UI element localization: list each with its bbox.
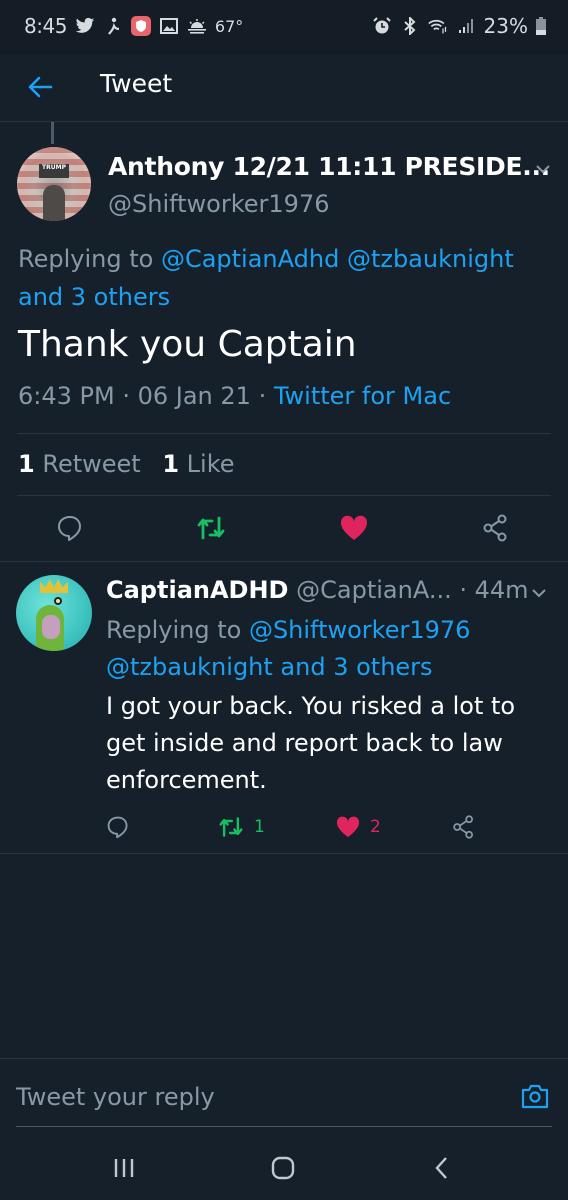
tweet-stats: 1 Retweet 1 Like [18,450,249,478]
reply-like-count: 2 [370,817,381,837]
reply-icon [107,816,128,839]
reply-retweet-count: 1 [254,817,265,837]
replying-mention-link[interactable]: @Shiftworker1976 [249,616,470,644]
reply-like-button[interactable]: 2 [336,810,381,844]
replying-others-link[interactable]: and 3 others [18,283,170,311]
divider [17,433,551,434]
runner-app-icon [103,16,123,36]
page-title: Tweet [100,69,173,98]
section-separator [0,853,568,854]
meta-separator: · [250,382,274,410]
thread-connector-line [51,122,54,144]
retweet-count: 1 [18,450,35,478]
author-handle[interactable]: @Shiftworker1976 [108,190,329,218]
recent-apps-button[interactable] [104,1150,144,1186]
status-temperature: 67° [214,16,244,36]
tweet-meta: 6:43 PM · 06 Jan 21 · Twitter for Mac [18,382,451,410]
back-nav-button[interactable] [422,1150,462,1186]
replying-prefix: Replying to [106,616,249,644]
bluetooth-icon [400,16,420,36]
retweet-button[interactable] [186,503,236,553]
tweet-date: 06 Jan 21 [137,382,251,410]
reply-author-name[interactable]: CaptianADHD [106,576,288,604]
heart-icon [336,816,360,838]
reply-icon [58,516,81,541]
reply-action-bar: 1 2 [0,810,568,846]
like-label: Like [186,450,235,478]
share-button[interactable] [471,503,521,553]
app-header: Tweet [0,55,568,122]
wifi-icon [427,16,448,36]
divider [17,495,551,496]
section-separator [0,561,568,562]
replying-to: Replying to @CaptianAdhd @tzbauknight an… [18,240,558,316]
like-count: 1 [162,450,180,478]
status-right: 23% [372,14,546,38]
twitter-icon [75,16,95,36]
reply-time-ago: · 44m [459,576,529,604]
reply-share-button[interactable] [452,810,476,844]
input-underline [16,1126,552,1127]
camera-button[interactable] [518,1079,552,1113]
retweet-icon [219,817,243,837]
reply-header: CaptianADHD @CaptianA... · 44m [106,576,529,604]
reply-options-button[interactable] [528,582,550,604]
status-left: 8:45 67° [24,14,243,38]
share-icon [483,514,507,542]
chevron-down-icon [536,165,550,174]
arrow-left-icon [28,76,53,98]
retweet-icon [197,516,225,540]
chevron-down-icon [532,589,546,598]
weather-sun-icon [187,16,207,36]
reply-author-handle[interactable]: @CaptianA... [296,576,452,604]
share-icon [453,815,473,839]
avatar[interactable]: TRUMP [17,147,91,221]
tweet-action-bar [0,503,568,563]
avatar-figure [43,185,65,221]
back-button[interactable] [22,69,58,105]
avatar-frog-eye [54,597,62,605]
reply-input[interactable] [16,1077,496,1117]
status-bar: 8:45 67° 23% [0,0,568,55]
reply-button[interactable] [45,503,95,553]
recent-apps-icon [114,1159,134,1177]
reply-replying-to: Replying to @Shiftworker1976 @tzbauknigh… [106,612,556,686]
likes-stat[interactable]: 1 Like [162,450,234,478]
home-icon [271,1156,295,1180]
chevron-left-icon [435,1157,447,1179]
tweet-time: 6:43 PM [18,382,115,410]
like-button[interactable] [329,503,379,553]
reply-text: I got your back. You risked a lot to get… [106,692,516,794]
retweet-label: Retweet [42,450,141,478]
tweet-options-button[interactable] [532,158,554,180]
alarm-icon [372,16,392,36]
tweet-text: Thank you Captain [18,324,357,365]
reply-reply-button[interactable] [106,810,130,844]
signal-icon [456,16,476,36]
reply-composer [0,1058,568,1128]
reply-avatar[interactable] [16,575,92,651]
avatar-sign: TRUMP [39,164,69,178]
status-time: 8:45 [24,14,67,38]
battery-percent: 23% [483,14,528,38]
tweet-source-link[interactable]: Twitter for Mac [274,382,451,410]
gallery-icon [159,16,179,36]
replying-mentions-link[interactable]: @CaptianAdhd @tzbauknight [161,245,514,273]
home-button[interactable] [263,1150,303,1186]
battery-icon [536,16,546,36]
reply-retweet-button[interactable]: 1 [218,810,265,844]
retweets-stat[interactable]: 1 Retweet [18,450,141,478]
replying-prefix: Replying to [18,245,161,273]
replying-others-link[interactable]: @tzbauknight and 3 others [106,653,433,681]
author-name[interactable]: Anthony 12/21 11:11 PRESIDE... [108,152,550,181]
camera-icon [521,1084,549,1109]
shield-app-icon [130,16,151,36]
meta-separator: · [114,382,138,410]
avatar-crown [40,579,68,593]
heart-icon [340,515,368,540]
system-nav-bar [0,1130,568,1200]
avatar-frog-belly [42,615,60,639]
